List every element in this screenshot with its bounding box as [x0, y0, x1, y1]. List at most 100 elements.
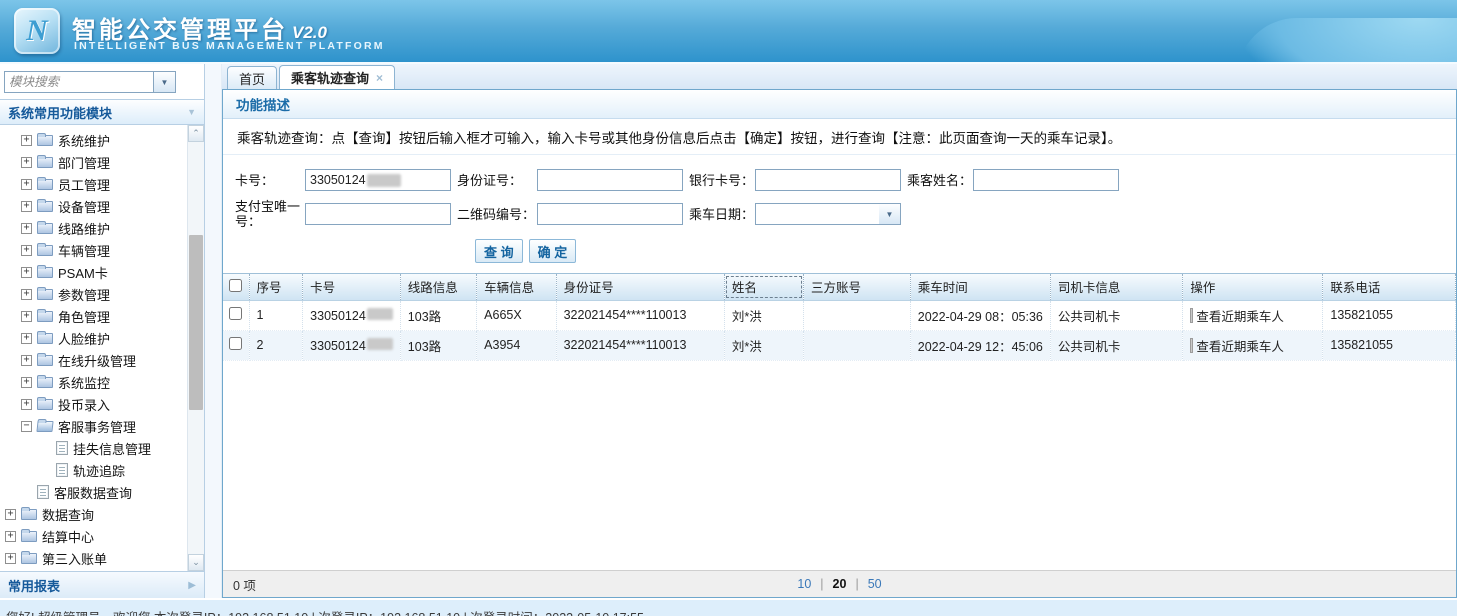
- scrollbar-thumb[interactable]: [189, 235, 203, 410]
- expand-icon[interactable]: +: [21, 267, 32, 278]
- expand-icon[interactable]: +: [21, 311, 32, 322]
- expand-icon[interactable]: +: [21, 355, 32, 366]
- tree-item[interactable]: + 部门管理: [0, 151, 187, 173]
- collapse-icon[interactable]: −: [21, 421, 32, 432]
- tree-item[interactable]: + 结算中心: [0, 525, 187, 547]
- tree-item-label[interactable]: 部门管理: [58, 153, 110, 172]
- column-header[interactable]: 序号: [249, 274, 303, 300]
- tab-close-icon[interactable]: ×: [376, 71, 383, 85]
- select-all-checkbox[interactable]: [229, 279, 242, 292]
- tab-passenger-track-query[interactable]: 乘客轨迹查询 ×: [279, 65, 395, 89]
- tree-item[interactable]: 轨迹追踪: [0, 459, 187, 481]
- column-header[interactable]: 车辆信息: [477, 274, 556, 300]
- tree-item[interactable]: + 设备管理: [0, 195, 187, 217]
- expand-icon[interactable]: +: [5, 553, 16, 564]
- tree-item[interactable]: 客服数据查询: [0, 481, 187, 503]
- ride-date-dropdown-button[interactable]: ▼: [879, 203, 901, 225]
- expand-icon[interactable]: +: [21, 201, 32, 212]
- tree-item[interactable]: − 客服事务管理: [0, 415, 187, 437]
- column-header[interactable]: 司机卡信息: [1050, 274, 1183, 300]
- tree-item-label[interactable]: 在线升级管理: [58, 351, 136, 370]
- tree-item-label[interactable]: 线路维护: [58, 219, 110, 238]
- tree-item[interactable]: + 在线升级管理: [0, 349, 187, 371]
- id-card-input[interactable]: [537, 169, 683, 191]
- tree-item[interactable]: + 车辆管理: [0, 239, 187, 261]
- tree-item-label[interactable]: 员工管理: [58, 175, 110, 194]
- module-search-input[interactable]: [4, 71, 154, 93]
- tree-item-label[interactable]: 第三入账单: [42, 549, 107, 568]
- column-header[interactable]: 乘车时间: [910, 274, 1050, 300]
- expand-icon[interactable]: +: [21, 377, 32, 388]
- expand-icon[interactable]: +: [5, 509, 16, 520]
- tree-item-label[interactable]: PSAM卡: [58, 263, 108, 282]
- tree-item-label[interactable]: 车辆管理: [58, 241, 110, 260]
- tree-item[interactable]: + 参数管理: [0, 283, 187, 305]
- table-row[interactable]: 133050124103路A665X322021454****110013刘*洪…: [223, 300, 1456, 330]
- tree-item[interactable]: + 数据查询: [0, 503, 187, 525]
- qr-code-input[interactable]: [537, 203, 683, 225]
- row-checkbox[interactable]: [229, 307, 242, 320]
- tree-item-label[interactable]: 设备管理: [58, 197, 110, 216]
- tree-item-label[interactable]: 人脸维护: [58, 329, 110, 348]
- scroll-down-icon[interactable]: ⌄: [188, 554, 204, 571]
- tree-item-label[interactable]: 角色管理: [58, 307, 110, 326]
- expand-icon[interactable]: +: [21, 157, 32, 168]
- module-search-dropdown-button[interactable]: ▼: [154, 71, 176, 93]
- tree-item[interactable]: + 系统监控: [0, 371, 187, 393]
- tree-item[interactable]: + 第三入账单: [0, 547, 187, 569]
- tree-item-label[interactable]: 轨迹追踪: [73, 461, 125, 480]
- bank-card-input[interactable]: [755, 169, 901, 191]
- expand-icon[interactable]: +: [5, 531, 16, 542]
- tree-item-label[interactable]: 客服数据查询: [54, 483, 132, 502]
- expand-icon[interactable]: +: [21, 245, 32, 256]
- tree-item-label[interactable]: 参数管理: [58, 285, 110, 304]
- page-size-option[interactable]: 10: [797, 577, 811, 591]
- collapse-arrow-icon[interactable]: ▼: [187, 107, 196, 117]
- tree-item[interactable]: 挂失信息管理: [0, 437, 187, 459]
- expand-icon[interactable]: +: [21, 399, 32, 410]
- expand-icon[interactable]: +: [21, 135, 32, 146]
- tree-item[interactable]: + 人脸维护: [0, 327, 187, 349]
- column-header[interactable]: 三方账号: [804, 274, 911, 300]
- query-button[interactable]: 查 询: [475, 239, 523, 263]
- column-header[interactable]: 身份证号: [556, 274, 724, 300]
- column-header[interactable]: 卡号: [303, 274, 401, 300]
- tree-item[interactable]: + 角色管理: [0, 305, 187, 327]
- tree-item[interactable]: + 投币录入: [0, 393, 187, 415]
- tree-item[interactable]: + 员工管理: [0, 173, 187, 195]
- column-header[interactable]: 线路信息: [400, 274, 476, 300]
- card-number-input[interactable]: 33050124: [305, 169, 451, 191]
- ride-date-input[interactable]: [755, 203, 879, 225]
- alipay-id-input[interactable]: [305, 203, 451, 225]
- tree-item-label[interactable]: 投币录入: [58, 395, 110, 414]
- tree-item-label[interactable]: 系统监控: [58, 373, 110, 392]
- confirm-button[interactable]: 确 定: [529, 239, 577, 263]
- column-header[interactable]: 姓名: [724, 274, 803, 300]
- row-checkbox[interactable]: [229, 337, 242, 350]
- expand-icon[interactable]: +: [21, 289, 32, 300]
- scroll-up-icon[interactable]: ⌃: [188, 125, 204, 142]
- tree-item-label[interactable]: 系统维护: [58, 131, 110, 150]
- tab-home[interactable]: 首页: [227, 66, 277, 89]
- view-recent-passengers-link[interactable]: 查看近期乘车人: [1190, 336, 1315, 355]
- tree-item[interactable]: + 系统维护: [0, 129, 187, 151]
- column-header[interactable]: 联系电话: [1323, 274, 1456, 300]
- tree-item-label[interactable]: 数据查询: [42, 505, 94, 524]
- page-size-option[interactable]: 50: [868, 577, 882, 591]
- sidebar-section-common-reports[interactable]: 常用报表 ▶: [0, 571, 204, 598]
- tree-item-label[interactable]: 结算中心: [42, 527, 94, 546]
- sidebar-splitter[interactable]: [205, 64, 222, 598]
- page-size-option[interactable]: 20: [833, 577, 847, 591]
- expand-icon[interactable]: +: [21, 223, 32, 234]
- column-header[interactable]: 操作: [1183, 274, 1323, 300]
- table-row[interactable]: 233050124103路A3954322021454****110013刘*洪…: [223, 330, 1456, 360]
- expand-icon[interactable]: +: [21, 333, 32, 344]
- tree-item[interactable]: + PSAM卡: [0, 261, 187, 283]
- expand-icon[interactable]: +: [21, 179, 32, 190]
- ride-date-combo[interactable]: ▼: [755, 203, 901, 225]
- passenger-name-input[interactable]: [973, 169, 1119, 191]
- tree-scrollbar[interactable]: ⌃ ⌄: [187, 125, 204, 571]
- sidebar-section-common-modules[interactable]: 系统常用功能模块 ▼: [0, 99, 204, 125]
- tree-item-label[interactable]: 挂失信息管理: [73, 439, 151, 458]
- tree-item-label[interactable]: 客服事务管理: [58, 417, 136, 436]
